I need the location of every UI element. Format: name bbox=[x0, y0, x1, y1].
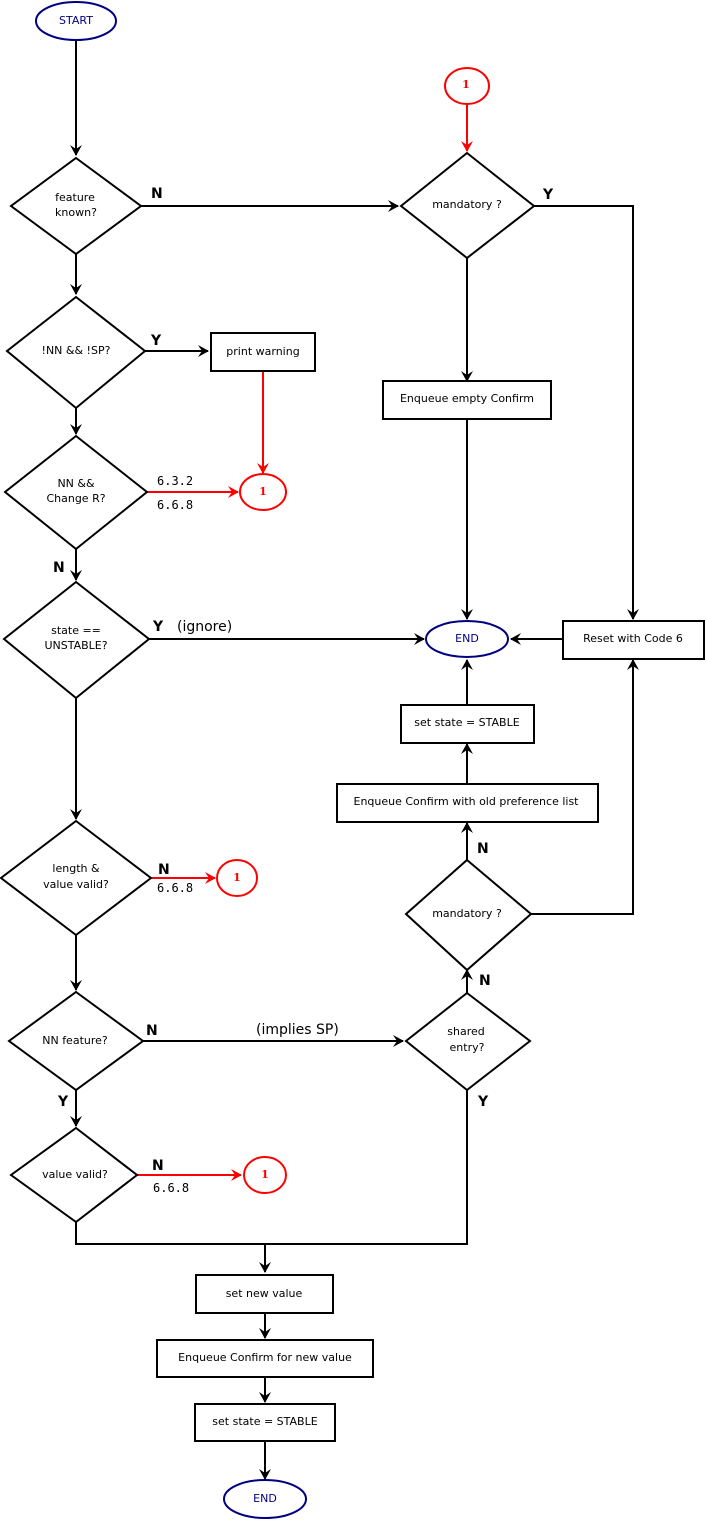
label-shared-entry-yes: Y bbox=[477, 1094, 489, 1110]
decision-text: NN feature? bbox=[42, 1034, 108, 1047]
label-nn-change-r-no: N bbox=[53, 560, 65, 576]
decision-text: mandatory ? bbox=[432, 198, 502, 211]
decision-feature-known: feature known? bbox=[9, 156, 143, 256]
node-end-mid: END bbox=[425, 620, 509, 658]
decision-text: mandatory ? bbox=[432, 907, 502, 920]
decision-text-line2: known? bbox=[55, 206, 97, 219]
decision-mandatory-mid: mandatory ? bbox=[404, 858, 533, 972]
label-nn-feature-no: N bbox=[146, 1023, 158, 1039]
flowchart-canvas: START feature known? !NN && !SP? print w… bbox=[0, 0, 706, 1524]
process-set-new-value: set new value bbox=[195, 1274, 334, 1314]
label-value-valid-no: N bbox=[152, 1158, 164, 1174]
process-text: Enqueue Confirm for new value bbox=[178, 1351, 352, 1364]
process-set-state-stable-right: set state = STABLE bbox=[400, 704, 535, 744]
process-set-state-stable-bottom: set state = STABLE bbox=[194, 1403, 336, 1442]
connector-label: 1 bbox=[233, 871, 241, 884]
connector-1-a: 1 bbox=[239, 473, 287, 511]
process-text: set state = STABLE bbox=[212, 1415, 317, 1428]
decision-text-line2: UNSTABLE? bbox=[44, 639, 107, 652]
decision-length-value-valid: length & value valid? bbox=[0, 819, 153, 937]
process-text: set new value bbox=[226, 1287, 303, 1300]
label-ref-6-3-2: 6.3.2 bbox=[157, 474, 193, 488]
label-ref-6-6-8-a: 6.6.8 bbox=[157, 498, 193, 512]
process-text: Reset with Code 6 bbox=[583, 632, 683, 645]
process-text: Enqueue empty Confirm bbox=[400, 392, 534, 405]
process-text: print warning bbox=[226, 345, 299, 358]
flowchart: START feature known? !NN && !SP? print w… bbox=[0, 1, 705, 1519]
node-start: START bbox=[35, 1, 117, 41]
start-label: START bbox=[59, 14, 93, 27]
decision-text-line1: feature bbox=[55, 191, 95, 204]
connector-label: 1 bbox=[261, 1168, 269, 1181]
label-state-unstable-yes: Y bbox=[152, 619, 164, 635]
connector-1-top: 1 bbox=[444, 67, 490, 105]
label-mandatory-mid-no: N bbox=[477, 841, 489, 857]
decision-text-line1: shared bbox=[447, 1025, 484, 1038]
label-ref-6-6-8-c: 6.6.8 bbox=[153, 1181, 189, 1195]
connector-1-c: 1 bbox=[243, 1156, 287, 1194]
connector-1-b: 1 bbox=[216, 859, 258, 897]
label-feature-known-no: N bbox=[151, 186, 163, 202]
decision-text-line2: Change R? bbox=[46, 492, 105, 505]
decision-text-line2: value valid? bbox=[43, 878, 109, 891]
process-text: Enqueue Confirm with old preference list bbox=[354, 795, 580, 808]
end-label: END bbox=[455, 632, 479, 645]
label-ignore: (ignore) bbox=[177, 619, 232, 635]
end-label: END bbox=[253, 1492, 277, 1505]
process-print-warning: print warning bbox=[210, 332, 316, 372]
label-shared-entry-no: N bbox=[479, 973, 491, 989]
connector-label: 1 bbox=[259, 485, 267, 498]
decision-text-line1: state == bbox=[51, 624, 101, 637]
decision-mandatory-top: mandatory ? bbox=[399, 151, 536, 260]
label-length-valid-no: N bbox=[158, 862, 170, 878]
connector-label: 1 bbox=[462, 78, 470, 91]
edges bbox=[70, 41, 639, 1480]
decision-text: !NN && !SP? bbox=[42, 344, 111, 357]
process-text: set state = STABLE bbox=[414, 716, 519, 729]
decision-value-valid: value valid? bbox=[9, 1126, 139, 1224]
decision-state-unstable: state == UNSTABLE? bbox=[2, 580, 151, 700]
decision-shared-entry: shared entry? bbox=[404, 991, 532, 1092]
decision-nn-change-r: NN && Change R? bbox=[3, 434, 149, 551]
label-not-nn-sp-yes: Y bbox=[150, 333, 162, 349]
decision-text-line1: NN && bbox=[57, 477, 95, 490]
process-enqueue-confirm-old: Enqueue Confirm with old preference list bbox=[336, 783, 599, 823]
label-implies-sp: (implies SP) bbox=[256, 1022, 339, 1038]
decision-text: value valid? bbox=[42, 1168, 108, 1181]
node-end-bottom: END bbox=[223, 1479, 307, 1519]
label-nn-feature-yes: Y bbox=[57, 1094, 69, 1110]
decision-text-line1: length & bbox=[52, 862, 100, 875]
label-mandatory-top-yes: Y bbox=[542, 187, 554, 203]
process-enqueue-empty-confirm: Enqueue empty Confirm bbox=[382, 380, 552, 420]
decision-not-nn-not-sp: !NN && !SP? bbox=[5, 295, 147, 410]
label-ref-6-6-8-b: 6.6.8 bbox=[157, 881, 193, 895]
process-reset-code-6: Reset with Code 6 bbox=[562, 620, 705, 660]
decision-nn-feature: NN feature? bbox=[7, 990, 145, 1092]
decision-text-line2: entry? bbox=[450, 1041, 485, 1054]
process-enqueue-confirm-new: Enqueue Confirm for new value bbox=[156, 1339, 374, 1378]
